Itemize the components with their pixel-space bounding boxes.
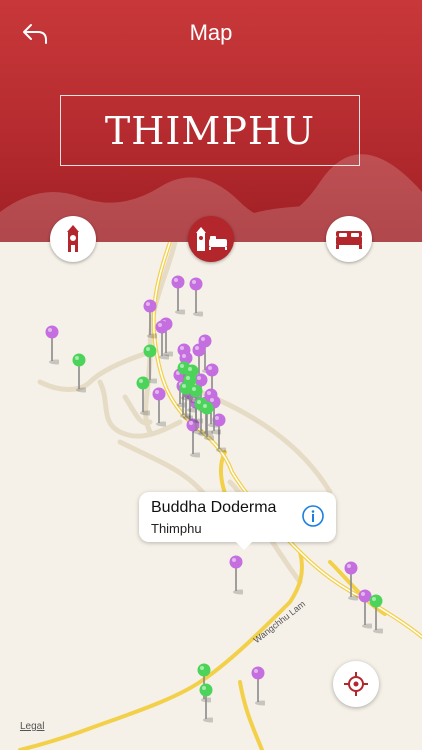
- hotel-pin[interactable]: [199, 683, 219, 723]
- callout-place-name: Buddha Doderma: [151, 499, 277, 516]
- sight-pin[interactable]: [189, 277, 209, 317]
- sight-pin[interactable]: [155, 320, 175, 360]
- sight-pin[interactable]: [45, 325, 65, 365]
- city-name: THIMPHU: [104, 108, 316, 153]
- place-callout[interactable]: Buddha Doderma Thimphu: [139, 492, 336, 550]
- crosshair-icon: [344, 672, 368, 696]
- sight-pin[interactable]: [171, 275, 191, 315]
- info-icon[interactable]: [302, 505, 324, 527]
- tower-and-bed-icon: [196, 227, 227, 251]
- category-all-button[interactable]: [188, 216, 234, 262]
- sight-pin[interactable]: [229, 555, 249, 595]
- clock-tower-icon: [67, 225, 79, 252]
- header: Map THIMPHU: [0, 0, 422, 242]
- sight-pin[interactable]: [152, 387, 172, 427]
- city-banner: THIMPHU: [60, 95, 360, 166]
- hotel-pin[interactable]: [72, 353, 92, 393]
- category-hotels-button[interactable]: [326, 216, 372, 262]
- sight-pin[interactable]: [251, 666, 271, 706]
- hotel-pin[interactable]: [136, 376, 156, 416]
- sight-pin[interactable]: [344, 561, 364, 601]
- legal-link[interactable]: Legal: [20, 721, 44, 732]
- locate-me-button[interactable]: [333, 661, 379, 707]
- page-title: Map: [189, 20, 233, 45]
- category-sights-button[interactable]: [50, 216, 96, 262]
- callout-place-city: Thimphu: [151, 521, 202, 536]
- hotel-pin[interactable]: [200, 401, 220, 441]
- bed-icon: [336, 231, 362, 249]
- hotel-pin[interactable]: [369, 594, 389, 634]
